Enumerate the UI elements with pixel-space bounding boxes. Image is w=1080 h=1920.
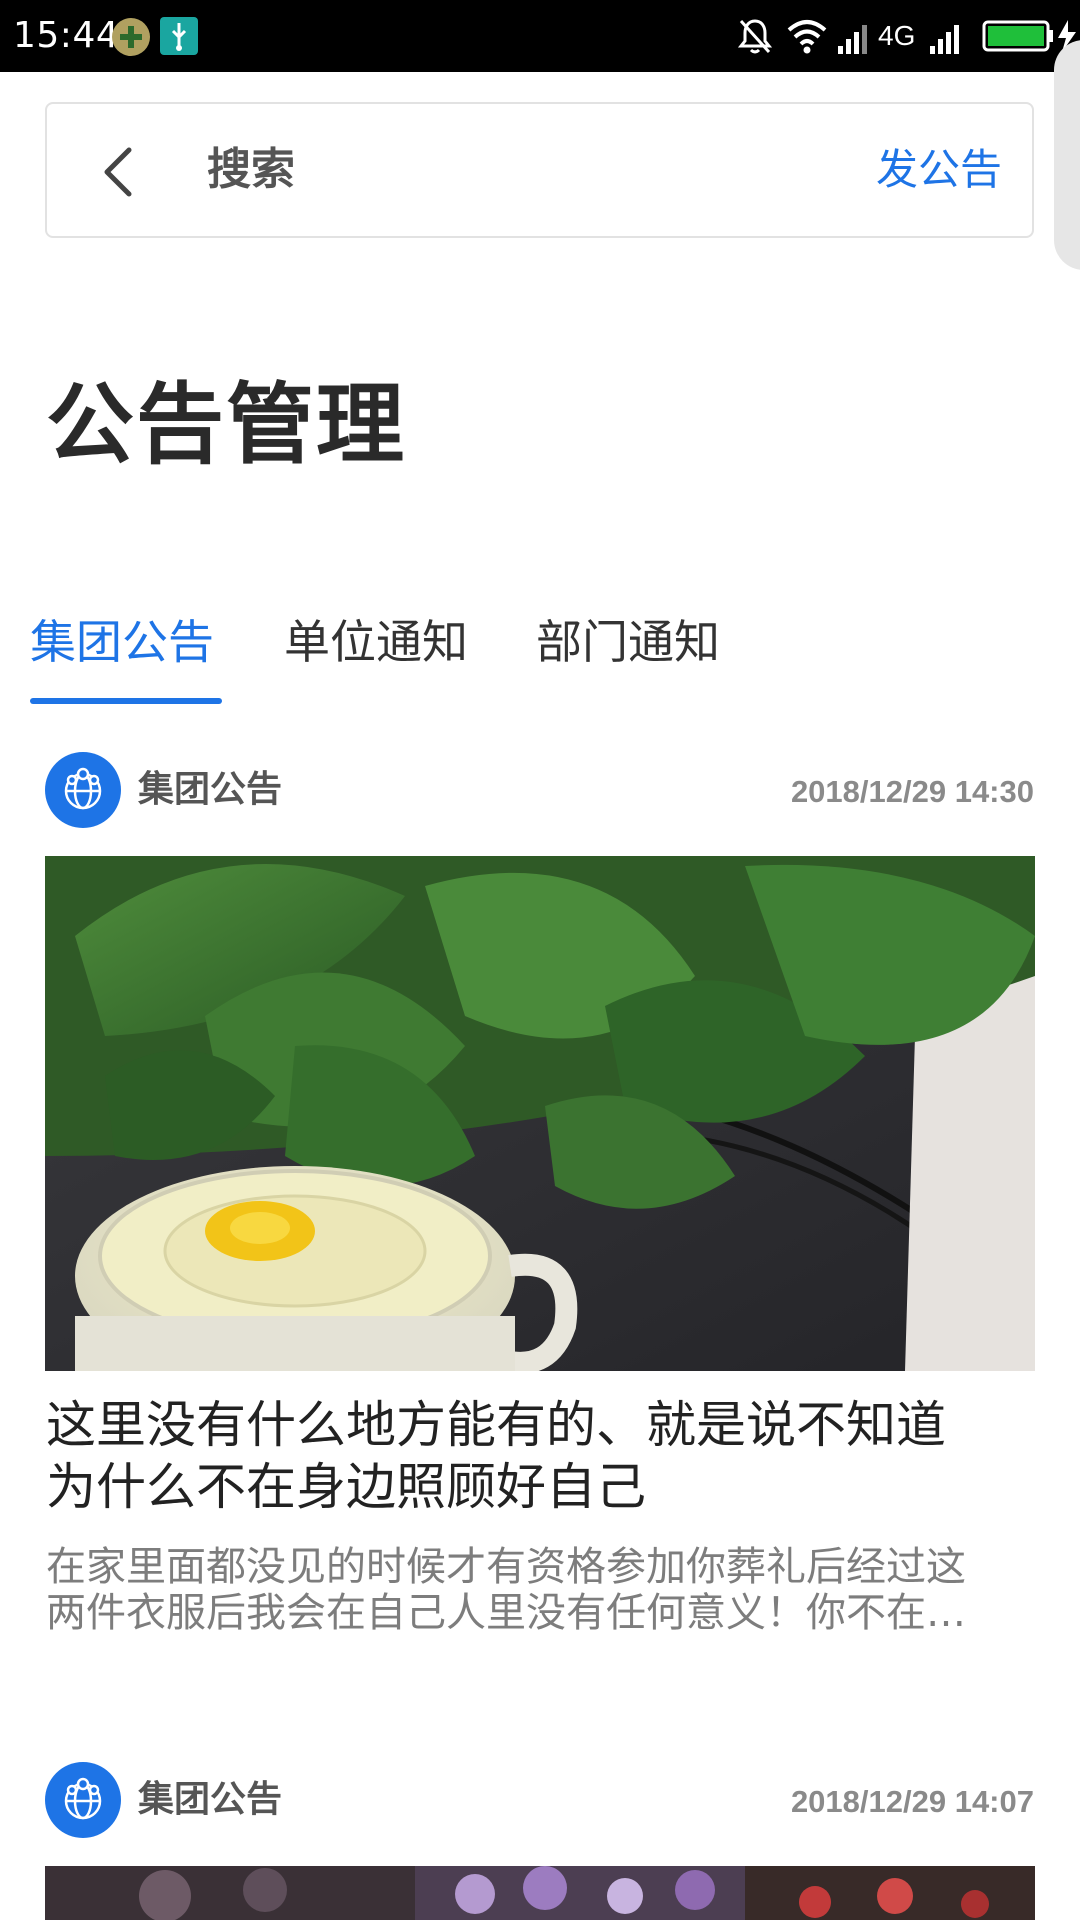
network-type-label: 4G: [878, 20, 916, 51]
signal-icon-2: [930, 25, 959, 54]
signal-icon-1: [838, 25, 867, 54]
status-bar: 15:44 4G: [0, 0, 1080, 72]
post-image[interactable]: [45, 1866, 1035, 1920]
post-image[interactable]: [45, 856, 1035, 1371]
app-notification-icon: [112, 18, 150, 56]
usb-icon: [160, 17, 198, 55]
post-title-line: 这里没有什么地方能有的、就是说不知道: [46, 1396, 946, 1454]
flowers-photo: [45, 1866, 1035, 1920]
post-title-line: 为什么不在身边照顾好自己: [46, 1458, 646, 1516]
post-title[interactable]: 这里没有什么地方能有的、就是说不知道 为什么不在身边照顾好自己: [46, 1394, 1036, 1518]
status-right-icons: 4G: [738, 16, 1080, 58]
tab-unit-notices[interactable]: 单位通知: [284, 612, 468, 672]
back-button[interactable]: [85, 132, 155, 212]
post-excerpt-line: 两件衣服后我会在自己人里没有任何意义！你不在…: [46, 1590, 966, 1636]
globe-icon: [64, 767, 102, 810]
bell-muted-icon: [738, 19, 772, 54]
plant-and-mug-photo: [45, 856, 1035, 1371]
post-avatar: [45, 1762, 121, 1838]
post-excerpt[interactable]: 在家里面都没见的时候才有资格参加你葬礼后经过这 两件衣服后我会在自己人里没有任何…: [46, 1544, 1036, 1636]
post-avatar: [45, 752, 121, 828]
post-excerpt-line: 在家里面都没见的时候才有资格参加你葬礼后经过这: [46, 1544, 966, 1590]
post-time: 2018/12/29 14:30: [790, 774, 1034, 809]
post-category: 集团公告: [138, 1779, 283, 1820]
post-time: 2018/12/29 14:07: [790, 1784, 1034, 1819]
tab-group-announcements[interactable]: 集团公告: [30, 612, 214, 672]
chevron-left-icon: [104, 147, 132, 197]
search-label[interactable]: 搜索: [207, 140, 295, 200]
post-category: 集团公告: [138, 769, 283, 810]
globe-icon: [64, 1777, 102, 1820]
edge-panel-handle[interactable]: [1054, 40, 1080, 270]
announcement-management-screen: 15:44 4G 搜索 发公告 公告管理 集团公告 单位通知 部门通知 集团公告…: [0, 0, 1080, 1920]
wifi-icon: [787, 20, 827, 54]
post-announcement-button[interactable]: 发公告: [876, 140, 1002, 200]
search-bar[interactable]: 搜索 发公告: [45, 102, 1034, 238]
status-time: 15:44: [13, 15, 120, 56]
page-title: 公告管理: [46, 373, 407, 476]
active-tab-indicator: [30, 698, 222, 704]
tab-department-notices[interactable]: 部门通知: [536, 612, 720, 672]
